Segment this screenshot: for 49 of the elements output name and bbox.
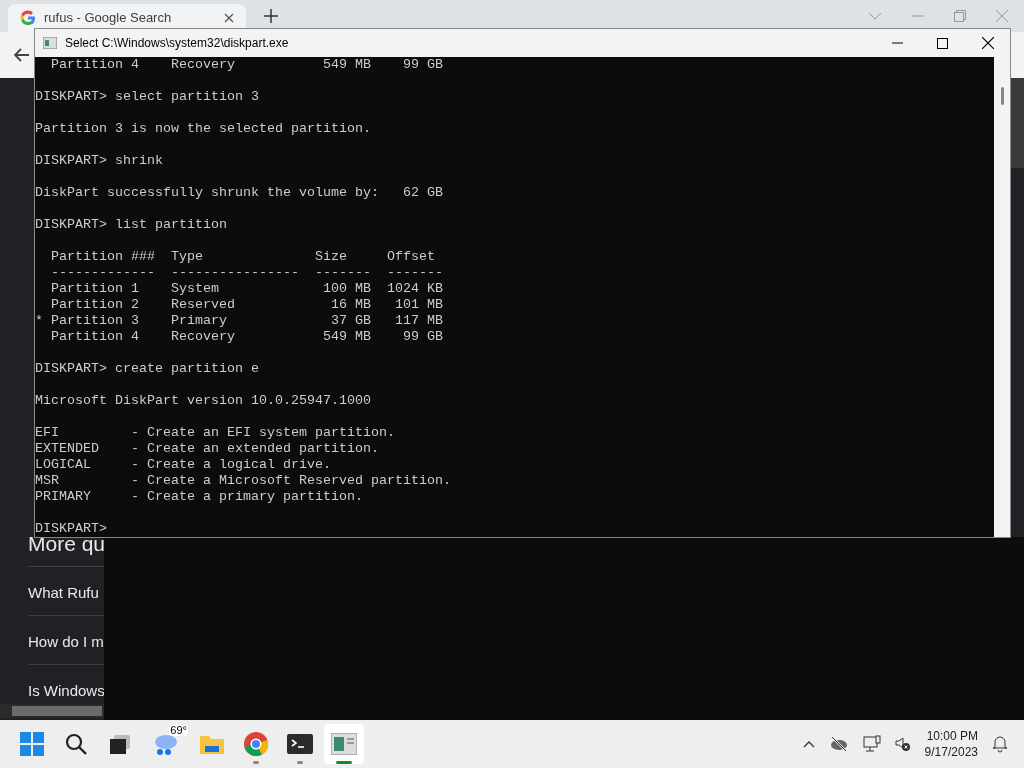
console-app-icon <box>43 37 57 49</box>
clock-time[interactable]: 10:00 PM <box>926 728 978 744</box>
chrome-icon[interactable] <box>243 731 269 757</box>
cloud-off-icon[interactable] <box>828 736 849 752</box>
speaker-muted-icon[interactable] <box>894 736 911 752</box>
console-line: Microsoft DiskPart version 10.0.25947.1000 <box>35 393 372 409</box>
console-line: EXTENDED - Create an extended partition. <box>35 441 380 457</box>
terminal-icon[interactable] <box>287 734 313 754</box>
tab-title: rufus - Google Search <box>44 9 173 28</box>
close-icon[interactable] <box>982 37 994 49</box>
window-title: Select C:\Windows\system32\diskpart.exe <box>65 35 289 52</box>
console-line: DISKPART> create partition e <box>35 361 260 377</box>
scrollbar-thumb[interactable] <box>1000 87 1004 105</box>
question-item[interactable]: Is Windows <box>28 682 104 699</box>
console-line: DiskPart successfully shrunk the volume by: 62 GB <box>35 185 444 201</box>
monitor-icon[interactable] <box>862 735 881 753</box>
maximize-icon[interactable] <box>937 37 948 49</box>
windows-logo-icon[interactable] <box>20 732 44 756</box>
console-line: ------------- ---------------- ------- ------- <box>50 265 444 281</box>
question-item[interactable]: How do I m <box>28 633 104 650</box>
task-view-icon[interactable] <box>108 733 132 755</box>
bell-icon[interactable] <box>992 735 1008 753</box>
console-line: Partition 1 System 100 MB 1024 KB <box>50 281 444 297</box>
console-line: EFI - Create an EFI system partition. <box>35 425 396 441</box>
console-line: DISKPART> select partition 3 <box>35 89 260 105</box>
search-icon[interactable] <box>64 732 88 756</box>
clock-date[interactable]: 9/17/2023 <box>924 744 978 760</box>
console-line: DISKPART> shrink <box>35 153 164 169</box>
temperature-label: 69° <box>169 725 188 736</box>
console-line: PRIMARY - Create a primary partition. <box>35 489 364 505</box>
console-line: Partition 4 Recovery 549 MB 99 GB <box>50 57 444 73</box>
scrollbar-thumb[interactable] <box>12 706 102 716</box>
google-g-icon <box>20 10 36 26</box>
chevron-up-icon[interactable] <box>802 740 815 748</box>
console-line: LOGICAL - Create a logical drive. <box>35 457 332 473</box>
question-item[interactable]: What Rufu <box>28 584 99 601</box>
cloud-rain-icon[interactable] <box>152 732 180 756</box>
console-line: Partition 2 Reserved 16 MB 101 MB <box>50 297 444 313</box>
folder-icon[interactable] <box>199 733 225 755</box>
back-arrow-icon[interactable] <box>14 48 30 62</box>
console-line: MSR - Create a Microsoft Reserved partition. <box>35 473 452 489</box>
console-line: Partition 4 Recovery 549 MB 99 GB <box>50 329 444 345</box>
console-line: * Partition 3 Primary 37 GB 117 MB <box>35 313 444 329</box>
new-tab-icon[interactable] <box>264 9 278 23</box>
console-line: DISKPART> list partition <box>35 217 228 233</box>
console-line: Partition 3 is now the selected partition. <box>35 121 372 137</box>
close-icon[interactable] <box>224 13 234 23</box>
window-app-icon[interactable] <box>331 733 357 755</box>
console-line: Partition ### Type Size Offset <box>50 249 436 265</box>
